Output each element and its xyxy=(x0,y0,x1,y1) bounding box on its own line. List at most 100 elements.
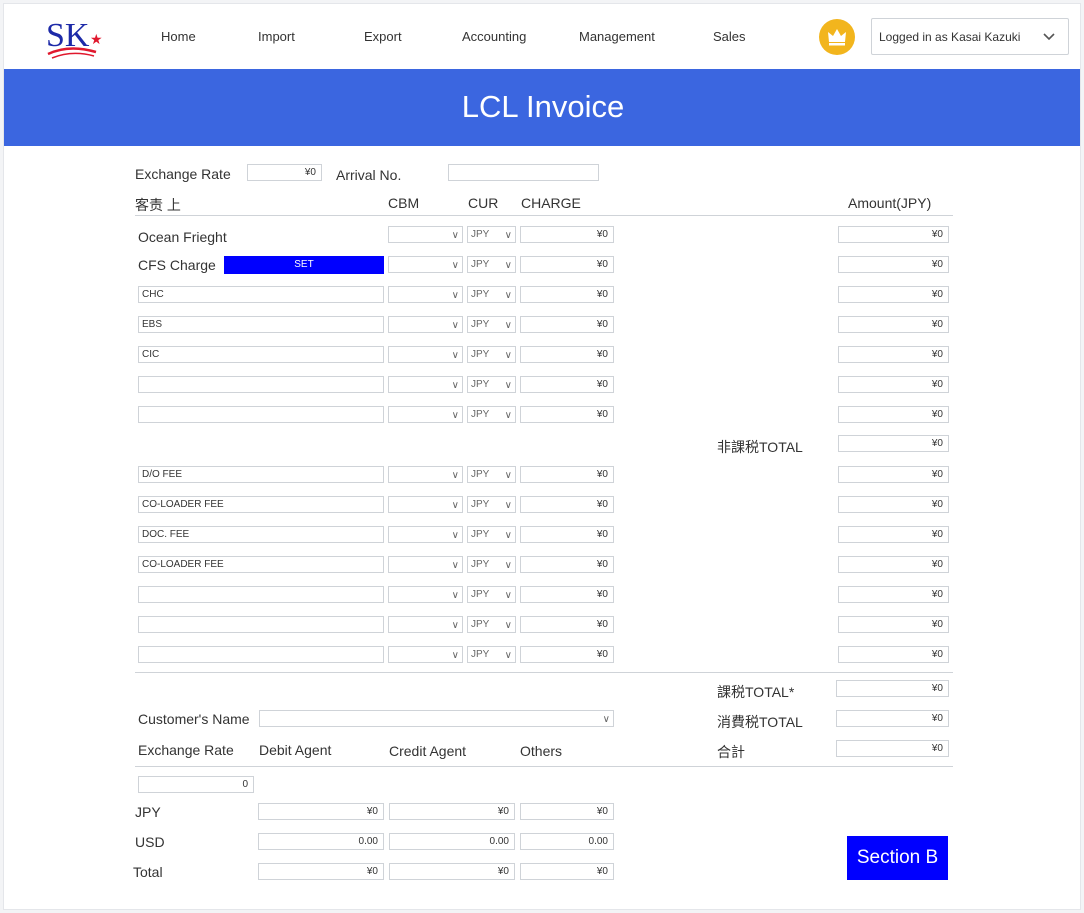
currency-select[interactable]: JPY ∨ xyxy=(467,496,516,513)
charge-input[interactable]: ¥0 xyxy=(520,316,614,333)
cbm-select[interactable]: ∨ xyxy=(388,646,463,663)
charge-input[interactable]: ¥0 xyxy=(520,346,614,363)
cbm-select[interactable]: ∨ xyxy=(388,466,463,483)
item-name-input[interactable]: CIC xyxy=(138,346,384,363)
item-name-input[interactable]: D/O FEE xyxy=(138,466,384,483)
amount-input[interactable]: ¥0 xyxy=(838,556,949,573)
item-name-input[interactable]: CO-LOADER FEE xyxy=(138,556,384,573)
cbm-select[interactable]: ∨ xyxy=(388,526,463,543)
currency-select[interactable]: JPY ∨ xyxy=(467,466,516,483)
charge-input[interactable]: ¥0 xyxy=(520,466,614,483)
user-dropdown[interactable]: Logged in as Kasai Kazuki xyxy=(871,18,1069,55)
taxable-total-label: 課税TOTAL* xyxy=(717,684,795,700)
cbm-select[interactable]: ∨ xyxy=(388,286,463,303)
credit-agent-input[interactable]: 0.00 xyxy=(389,833,515,850)
exchange-rate-input[interactable]: ¥0 xyxy=(247,164,322,181)
charge-input[interactable]: ¥0 xyxy=(520,286,614,303)
nav-home[interactable]: Home xyxy=(161,29,196,44)
currency-select[interactable]: JPY ∨ xyxy=(467,526,516,543)
customer-name-select[interactable]: ∨ xyxy=(259,710,614,727)
section-b-button[interactable]: Section B xyxy=(847,836,948,880)
others-input[interactable]: 0.00 xyxy=(520,833,614,850)
nav-management[interactable]: Management xyxy=(579,29,655,44)
amount-input[interactable]: ¥0 xyxy=(838,316,949,333)
cbm-select[interactable]: ∨ xyxy=(388,346,463,363)
currency-select[interactable]: JPY ∨ xyxy=(467,226,516,243)
charge-input[interactable]: ¥0 xyxy=(520,406,614,423)
currency-select[interactable]: JPY ∨ xyxy=(467,616,516,633)
currency-select[interactable]: JPY ∨ xyxy=(467,586,516,603)
charge-input[interactable]: ¥0 xyxy=(520,226,614,243)
amount-input[interactable]: ¥0 xyxy=(838,586,949,603)
cbm-select[interactable]: ∨ xyxy=(388,316,463,333)
cbm-select[interactable]: ∨ xyxy=(388,226,463,243)
debit-agent-input[interactable]: ¥0 xyxy=(258,803,384,820)
amount-input[interactable]: ¥0 xyxy=(838,226,949,243)
amount-input[interactable]: ¥0 xyxy=(838,346,949,363)
item-name-input[interactable] xyxy=(138,406,384,423)
currency-select[interactable]: JPY ∨ xyxy=(467,316,516,333)
amount-input[interactable]: ¥0 xyxy=(838,646,949,663)
non-taxable-total-input[interactable]: ¥0 xyxy=(838,435,949,452)
amount-input[interactable]: ¥0 xyxy=(838,286,949,303)
currency-select[interactable]: JPY ∨ xyxy=(467,256,516,273)
cbm-select[interactable]: ∨ xyxy=(388,256,463,273)
bottom-exchange-rate-input[interactable]: 0 xyxy=(138,776,254,793)
item-name-input[interactable]: DOC. FEE xyxy=(138,526,384,543)
nav-accounting[interactable]: Accounting xyxy=(462,29,526,44)
charge-input[interactable]: ¥0 xyxy=(520,496,614,513)
cbm-select[interactable]: ∨ xyxy=(388,616,463,633)
cbm-select[interactable]: ∨ xyxy=(388,586,463,603)
item-name-input[interactable]: CHC xyxy=(138,286,384,303)
nav-import[interactable]: Import xyxy=(258,29,295,44)
charge-input[interactable]: ¥0 xyxy=(520,616,614,633)
amount-input[interactable]: ¥0 xyxy=(838,256,949,273)
charge-input[interactable]: ¥0 xyxy=(520,526,614,543)
charge-input[interactable]: ¥0 xyxy=(520,376,614,393)
crown-icon[interactable] xyxy=(819,19,855,55)
item-name-input[interactable]: EBS xyxy=(138,316,384,333)
cbm-select[interactable]: ∨ xyxy=(388,406,463,423)
credit-agent-input[interactable]: ¥0 xyxy=(389,863,515,880)
currency-select[interactable]: JPY ∨ xyxy=(467,346,516,363)
consumption-tax-input[interactable]: ¥0 xyxy=(836,710,949,727)
credit-agent-input[interactable]: ¥0 xyxy=(389,803,515,820)
amount-input[interactable]: ¥0 xyxy=(838,616,949,633)
nav-export[interactable]: Export xyxy=(364,29,402,44)
nav-sales[interactable]: Sales xyxy=(713,29,746,44)
amount-input[interactable]: ¥0 xyxy=(838,406,949,423)
sk-logo[interactable]: SK ★ xyxy=(44,14,108,62)
chevron-down-icon: ∨ xyxy=(451,320,459,331)
debit-agent-input[interactable]: ¥0 xyxy=(258,863,384,880)
cbm-select[interactable]: ∨ xyxy=(388,496,463,513)
item-name-input[interactable] xyxy=(138,616,384,633)
others-input[interactable]: ¥0 xyxy=(520,863,614,880)
cbm-select[interactable]: ∨ xyxy=(388,376,463,393)
grand-total-input[interactable]: ¥0 xyxy=(836,740,949,757)
item-name-input[interactable] xyxy=(138,586,384,603)
amount-input[interactable]: ¥0 xyxy=(838,466,949,483)
currency-select[interactable]: JPY ∨ xyxy=(467,556,516,573)
page-title: LCL Invoice xyxy=(461,89,625,124)
charge-input[interactable]: ¥0 xyxy=(520,556,614,573)
cbm-select[interactable]: ∨ xyxy=(388,556,463,573)
debit-agent-input[interactable]: 0.00 xyxy=(258,833,384,850)
item-name-input[interactable] xyxy=(138,376,384,393)
charge-input[interactable]: ¥0 xyxy=(520,256,614,273)
currency-select[interactable]: JPY ∨ xyxy=(467,646,516,663)
charge-input[interactable]: ¥0 xyxy=(520,646,614,663)
currency-select[interactable]: JPY ∨ xyxy=(467,376,516,393)
item-name-input[interactable]: CO-LOADER FEE xyxy=(138,496,384,513)
currency-select[interactable]: JPY ∨ xyxy=(467,286,516,303)
amount-input[interactable]: ¥0 xyxy=(838,526,949,543)
taxable-total-input[interactable]: ¥0 xyxy=(836,680,949,697)
amount-input[interactable]: ¥0 xyxy=(838,496,949,513)
currency-select[interactable]: JPY ∨ xyxy=(467,406,516,423)
arrival-no-input[interactable] xyxy=(448,164,599,181)
chevron-down-icon: ∨ xyxy=(451,650,459,661)
charge-input[interactable]: ¥0 xyxy=(520,586,614,603)
amount-input[interactable]: ¥0 xyxy=(838,376,949,393)
item-name-input[interactable] xyxy=(138,646,384,663)
others-input[interactable]: ¥0 xyxy=(520,803,614,820)
set-button[interactable]: SET xyxy=(224,256,384,274)
